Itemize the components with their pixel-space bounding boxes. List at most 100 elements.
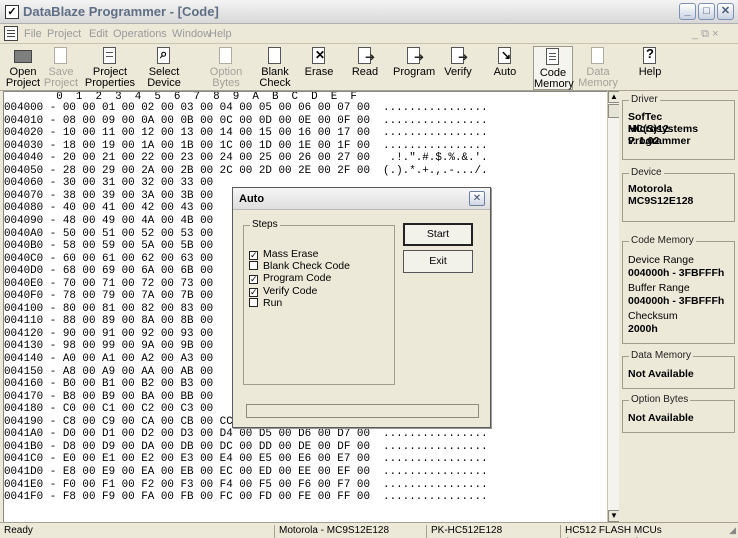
check-icon[interactable]: ✓ bbox=[5, 5, 19, 19]
data-memory-group: Data Memory Not Available bbox=[622, 350, 735, 389]
hex-vertical-scrollbar[interactable]: ▲ ▼ bbox=[607, 91, 620, 522]
erase-button[interactable]: ✕ Erase bbox=[299, 46, 339, 90]
status-device: Motorola - MC9S12E128 bbox=[274, 525, 426, 538]
open-project-button[interactable]: Open Project bbox=[4, 46, 42, 90]
step-program-code-checkbox[interactable]: ✓ Program Code bbox=[249, 272, 332, 285]
hex-row: 004140 - A0 00 A1 00 A2 00 A3 00 bbox=[4, 353, 214, 365]
mdi-controls[interactable]: _ ⧉ × bbox=[692, 28, 719, 41]
device-vendor: Motorola bbox=[628, 183, 673, 195]
data-memory-title: Data Memory bbox=[629, 350, 694, 361]
checkbox-checked-icon: ✓ bbox=[249, 274, 258, 285]
resize-grip-icon[interactable]: ◢ bbox=[729, 525, 736, 536]
hex-row: 0041A0 - D0 00 D1 00 D2 00 D3 00 D4 00 D… bbox=[4, 428, 488, 441]
checkbox-empty-icon bbox=[249, 297, 258, 307]
chip-search-icon: ⌕ bbox=[154, 47, 174, 65]
read-icon: ➔ bbox=[355, 47, 375, 65]
menu-help[interactable]: Help bbox=[209, 28, 232, 40]
device-range-label: Device Range bbox=[628, 254, 694, 266]
exit-button[interactable]: Exit bbox=[403, 250, 473, 273]
hex-row: 004120 - 90 00 91 00 92 00 93 00 bbox=[4, 327, 214, 340]
select-device-button[interactable]: ⌕ Select Device bbox=[140, 46, 188, 90]
buffer-range-label: Buffer Range bbox=[628, 282, 690, 294]
option-bytes-value: Not Available bbox=[628, 412, 694, 424]
menu-file[interactable]: File bbox=[24, 28, 42, 40]
code-memory-group: Code Memory Device Range 004000h - 3FBFF… bbox=[622, 235, 735, 344]
step-blank-check-code-checkbox[interactable]: Blank Check Code bbox=[249, 261, 350, 272]
auto-dialog: Auto ✕ Steps Start Exit ✓ Mass Erase Blank… bbox=[232, 187, 491, 428]
menu-project[interactable]: Project bbox=[47, 28, 81, 40]
step-verify-code-checkbox[interactable]: ✓ Verify Code bbox=[249, 285, 317, 297]
hex-row: 004170 - B8 00 B9 00 BA 00 BB 00 bbox=[4, 390, 214, 403]
verify-icon: ➔ bbox=[448, 47, 468, 65]
save-project-button[interactable]: Save Project bbox=[42, 46, 80, 90]
driver-version: v. 1.02 bbox=[628, 135, 660, 147]
option-bytes-button[interactable]: Option Bytes bbox=[201, 46, 251, 90]
dialog-close-icon[interactable]: ✕ bbox=[469, 191, 485, 206]
erase-icon: ✕ bbox=[309, 47, 329, 65]
checksum-value: 2000h bbox=[628, 323, 658, 335]
option-bytes-icon bbox=[216, 47, 236, 65]
hex-row: 004160 - B0 00 B1 00 B2 00 B3 00 bbox=[4, 378, 214, 391]
maximize-button[interactable]: □ bbox=[698, 3, 715, 20]
hex-row: 0040F0 - 78 00 79 00 7A 00 7B 00 bbox=[4, 290, 214, 303]
hex-row: 004080 - 40 00 41 00 42 00 43 00 bbox=[4, 202, 214, 215]
main-window: ✓ DataBlaze Programmer - [Code] _ □ ✕ Fi… bbox=[0, 0, 738, 538]
code-memory-button[interactable]: Code Memory bbox=[533, 46, 574, 90]
blank-check-button[interactable]: Blank Check bbox=[255, 46, 295, 90]
checkbox-checked-icon: ✓ bbox=[249, 286, 258, 297]
steps-title: Steps bbox=[250, 219, 280, 230]
hex-row: 0040E0 - 70 00 71 00 72 00 73 00 bbox=[4, 277, 214, 290]
info-panel: Driver SofTec Microsystems HC(S)12 Progr… bbox=[619, 91, 738, 522]
hex-row: 004110 - 88 00 89 00 8A 00 8B 00 bbox=[4, 315, 214, 328]
step-mass-erase-checkbox[interactable]: ✓ Mass Erase bbox=[249, 249, 318, 260]
toolbar: Open Project Save Project Project Propertie… bbox=[0, 44, 738, 91]
menu-window[interactable]: Window bbox=[172, 28, 211, 40]
auto-dialog-title: Auto bbox=[239, 193, 265, 205]
title-bar: ✓ DataBlaze Programmer - [Code] _ □ ✕ bbox=[0, 0, 738, 24]
verify-button[interactable]: ➔ Verify bbox=[440, 46, 476, 90]
help-button[interactable]: ? Help bbox=[630, 46, 670, 90]
auto-progress-bar bbox=[246, 404, 479, 418]
step-label: Mass Erase bbox=[263, 248, 319, 260]
device-title: Device bbox=[629, 167, 664, 178]
checkbox-empty-icon bbox=[249, 261, 258, 271]
device-group: Device Motorola MC9S12E128 bbox=[622, 167, 735, 222]
hex-row: 0040D0 - 68 00 69 00 6A 00 6B 00 bbox=[4, 265, 214, 278]
project-properties-button[interactable]: Project Properties bbox=[80, 46, 140, 90]
save-icon bbox=[51, 47, 71, 65]
menu-operations[interactable]: Operations bbox=[113, 28, 167, 40]
code-memory-icon bbox=[543, 48, 563, 66]
blank-page-icon bbox=[265, 47, 285, 65]
folder-open-icon bbox=[13, 47, 33, 65]
read-button[interactable]: ➔ Read bbox=[345, 46, 385, 90]
step-label: Program Code bbox=[263, 272, 332, 285]
option-bytes-group: Option Bytes Not Available bbox=[622, 394, 735, 433]
start-button[interactable]: Start bbox=[403, 223, 473, 246]
step-label: Run bbox=[263, 296, 283, 309]
device-model: MC9S12E128 bbox=[628, 195, 694, 207]
auto-button[interactable]: ↘ Auto bbox=[488, 46, 522, 90]
hex-row: 0041C0 - E0 00 E1 00 E2 00 E3 00 E4 00 E… bbox=[4, 453, 488, 466]
menu-edit[interactable]: Edit bbox=[89, 28, 108, 40]
code-memory-title: Code Memory bbox=[629, 235, 696, 246]
hex-row: 004070 - 38 00 39 00 3A 00 3B 00 bbox=[4, 189, 214, 202]
program-button[interactable]: ➔ Program bbox=[393, 46, 435, 90]
hex-row: 004050 - 28 00 29 00 2A 00 2B 00 2C 00 2… bbox=[4, 164, 488, 177]
step-run-checkbox[interactable]: Run bbox=[249, 296, 283, 309]
step-label: Blank Check Code bbox=[263, 260, 350, 273]
window-title: DataBlaze Programmer - [Code] bbox=[23, 4, 219, 19]
properties-icon bbox=[100, 47, 120, 65]
document-icon[interactable] bbox=[4, 26, 18, 41]
auto-dialog-title-bar: Auto ✕ bbox=[233, 188, 490, 210]
data-memory-button[interactable]: Data Memory bbox=[578, 46, 618, 90]
hex-row: 0041F0 - F8 00 F9 00 FA 00 FB 00 FC 00 F… bbox=[4, 491, 488, 504]
data-memory-value: Not Available bbox=[628, 368, 694, 380]
hex-row: 0041E0 - F0 00 F1 00 F2 00 F3 00 F4 00 F… bbox=[4, 478, 488, 491]
minimize-button[interactable]: _ bbox=[679, 3, 696, 20]
auto-icon: ↘ bbox=[495, 47, 515, 65]
option-bytes-title: Option Bytes bbox=[629, 394, 691, 405]
hex-row: 0040A0 - 50 00 51 00 52 00 53 00 bbox=[4, 227, 214, 240]
device-range-value: 004000h - 3FBFFFh bbox=[628, 267, 725, 279]
close-button[interactable]: ✕ bbox=[717, 3, 734, 20]
status-ready: Ready bbox=[4, 525, 33, 536]
